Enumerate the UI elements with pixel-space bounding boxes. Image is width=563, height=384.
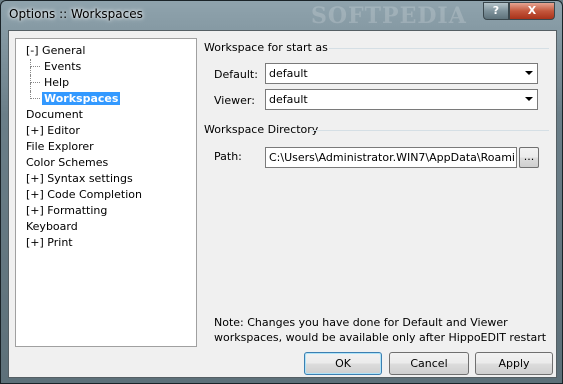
workspace-directory-title: Workspace Directory bbox=[204, 123, 319, 136]
tree-item[interactable]: [+] Syntax settings bbox=[16, 171, 196, 187]
tree-item[interactable]: Events bbox=[16, 59, 196, 75]
ok-button[interactable]: OK bbox=[304, 352, 382, 375]
restart-note: Note: Changes you have done for Default … bbox=[214, 316, 547, 344]
tree-item[interactable]: [-] General bbox=[16, 43, 196, 59]
tree-item-label: Document bbox=[26, 108, 83, 121]
tree-item-label: Color Schemes bbox=[26, 156, 109, 169]
tree-item-label: File Explorer bbox=[26, 140, 94, 153]
cancel-button[interactable]: Cancel bbox=[389, 352, 469, 375]
tree-item[interactable]: Document bbox=[16, 107, 196, 123]
tree-item[interactable]: Help bbox=[16, 75, 196, 91]
viewer-workspace-value: default bbox=[269, 93, 308, 106]
tree-item[interactable]: Workspaces bbox=[16, 91, 196, 107]
help-button[interactable]: ? bbox=[483, 2, 509, 20]
tree-item-label: Help bbox=[44, 76, 70, 89]
tree-connector bbox=[30, 67, 31, 75]
apply-button[interactable]: Apply bbox=[475, 352, 553, 375]
dropdown-arrow-icon bbox=[525, 97, 533, 101]
tree-item[interactable]: Keyboard bbox=[16, 219, 196, 235]
dialog-body: [-] General Events Help Workspaces Document [… bbox=[8, 30, 557, 378]
tree-connector bbox=[30, 83, 31, 91]
watermark: SOFTPEDIA bbox=[311, 3, 467, 29]
tree-item[interactable]: [+] Editor bbox=[16, 123, 196, 139]
tree-connector bbox=[30, 75, 40, 83]
tree-item[interactable]: Color Schemes bbox=[16, 155, 196, 171]
tree-item-label: [+] Print bbox=[26, 236, 73, 249]
default-workspace-value: default bbox=[269, 67, 308, 80]
tree-item-label: [+] Code Completion bbox=[26, 188, 142, 201]
tree-item[interactable]: [+] Print bbox=[16, 235, 196, 251]
close-button[interactable]: X bbox=[509, 2, 555, 20]
browse-button[interactable]: ... bbox=[519, 147, 539, 168]
tree-item-label: [+] Formatting bbox=[26, 204, 108, 217]
tree-item-label: [+] Syntax settings bbox=[26, 172, 133, 185]
tree-connector bbox=[30, 59, 40, 67]
tree-item[interactable]: File Explorer bbox=[16, 139, 196, 155]
section-divider bbox=[311, 130, 549, 131]
path-label: Path: bbox=[214, 150, 242, 163]
section-divider bbox=[329, 48, 549, 49]
window-title: Options :: Workspaces bbox=[9, 7, 143, 21]
path-input[interactable]: C:\Users\Administrator.WIN7\AppData\Roam… bbox=[265, 147, 517, 168]
tree-item-label: [-] General bbox=[26, 44, 86, 57]
path-value: C:\Users\Administrator.WIN7\AppData\Roam… bbox=[269, 151, 517, 164]
tree-item-label: Workspaces bbox=[42, 92, 121, 105]
tree-item[interactable]: [+] Formatting bbox=[16, 203, 196, 219]
tree-item-label: [+] Editor bbox=[26, 124, 80, 137]
default-workspace-select[interactable]: default bbox=[265, 63, 538, 84]
tree-item-label: Keyboard bbox=[26, 220, 78, 233]
tree-connector bbox=[30, 91, 40, 99]
tree-item-label: Events bbox=[44, 60, 82, 73]
viewer-workspace-select[interactable]: default bbox=[265, 89, 538, 110]
dropdown-arrow-icon bbox=[525, 71, 533, 75]
title-bar[interactable]: Options :: Workspaces SOFTPEDIA ? X bbox=[1, 1, 562, 31]
options-window: Options :: Workspaces SOFTPEDIA ? X [-] … bbox=[0, 0, 563, 384]
options-tree[interactable]: [-] General Events Help Workspaces Document [… bbox=[15, 38, 197, 347]
viewer-label: Viewer: bbox=[214, 94, 255, 107]
tree-item[interactable]: [+] Code Completion bbox=[16, 187, 196, 203]
workspace-start-title: Workspace for start as bbox=[204, 41, 328, 54]
default-label: Default: bbox=[214, 68, 258, 81]
